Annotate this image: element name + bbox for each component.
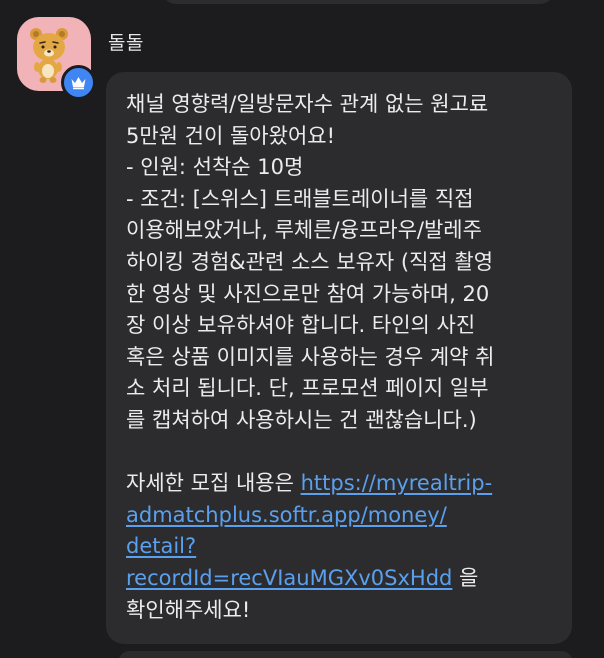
previous-message-bubble [162, 0, 554, 4]
cta-prefix: 자세한 모집 내용은 [126, 471, 301, 496]
cta-suffix: 을 [452, 565, 479, 590]
crown-icon [61, 65, 96, 100]
message-line: 이용해보았거나, 루체른/융프라우/발레주 [126, 218, 482, 243]
chat-window: 돌돌 채널 영향력/일방문자수 관계 없는 원고료 5만원 건이 돌아왔어요! … [0, 0, 604, 658]
message-line: - 인원: 선착순 10명 [126, 155, 304, 180]
message-line: 하이킹 경험&관련 소스 보유자 (직접 촬영 [126, 249, 494, 274]
message-line: 를 캡쳐하여 사용하시는 건 괜찮습니다.) [126, 407, 477, 432]
message-line: 5만원 건이 돌아왔어요! [126, 123, 336, 148]
message-line: 소 처리 됩니다. 단, 프로모션 페이지 일부 [126, 376, 489, 401]
message-line: 채널 영향력/일방문자수 관계 없는 원고료 [126, 92, 489, 116]
message-text: 채널 영향력/일방문자수 관계 없는 원고료 5만원 건이 돌아왔어요! - 인… [126, 89, 552, 626]
message-bubble[interactable]: 채널 영향력/일방문자수 관계 없는 원고료 5만원 건이 돌아왔어요! - 인… [106, 72, 572, 644]
message-line: 혹은 상품 이미지를 사용하는 경우 계약 취 [126, 344, 495, 369]
closing-line: 확인해주세요! [126, 597, 251, 622]
sender-name: 돌돌 [108, 32, 144, 54]
message-line: 한 영상 및 사진으로만 참여 가능하며, 20 [126, 281, 490, 306]
message-line: - 조건: [스위스] 트래블트레이너를 직접 [126, 186, 474, 211]
message-line: 장 이상 보유하셔야 합니다. 타인의 사진 [126, 313, 476, 338]
next-message-bubble [118, 651, 573, 658]
